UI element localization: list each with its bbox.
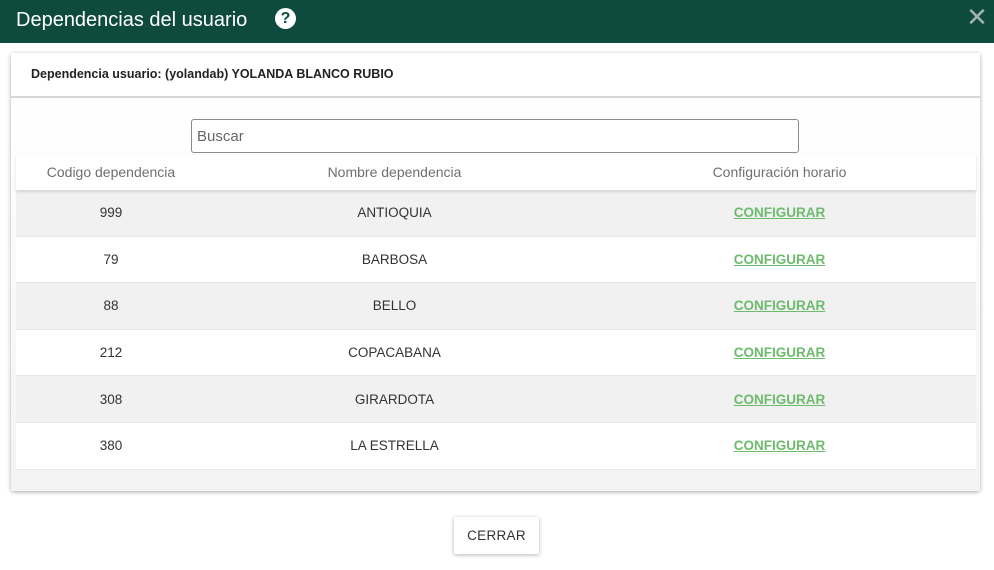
search-input[interactable] xyxy=(191,119,799,153)
cell-action: CONFIGURAR xyxy=(583,252,976,267)
dependencies-card: Dependencia usuario: (yolandab) YOLANDA … xyxy=(11,53,980,491)
configure-link[interactable]: CONFIGURAR xyxy=(734,438,826,453)
cell-name: ANTIOQUIA xyxy=(357,205,432,221)
cell-code: 212 xyxy=(99,345,123,361)
cell-action: CONFIGURAR xyxy=(583,205,976,220)
close-icon[interactable]: ✕ xyxy=(966,4,988,30)
dialog-title: Dependencias del usuario xyxy=(16,9,248,31)
cell-name: LA ESTRELLA xyxy=(350,438,439,454)
cell-code: 380 xyxy=(99,438,123,454)
card-header: Dependencia usuario: (yolandab) YOLANDA … xyxy=(11,53,980,98)
column-header-schedule: Configuración horario xyxy=(712,164,847,180)
configure-link[interactable]: CONFIGURAR xyxy=(734,298,826,313)
cell-name: BELLO xyxy=(372,298,417,314)
close-button[interactable]: CERRAR xyxy=(454,517,539,554)
configure-link[interactable]: CONFIGURAR xyxy=(734,392,826,407)
table-row: 212 COPACABANA CONFIGURAR xyxy=(16,329,976,377)
cell-action: CONFIGURAR xyxy=(583,438,976,453)
table-row: 88 BELLO CONFIGURAR xyxy=(16,283,976,330)
cell-code: 999 xyxy=(99,205,123,221)
cell-code: 308 xyxy=(99,391,123,407)
cell-action: CONFIGURAR xyxy=(583,392,976,407)
cell-name: GIRARDOTA xyxy=(354,391,435,407)
table-row: 380 LA ESTRELLA CONFIGURAR xyxy=(16,422,976,470)
user-dependency-label: Dependencia usuario: (yolandab) YOLANDA … xyxy=(31,67,394,81)
table-row: 79 BARBOSA CONFIGURAR xyxy=(16,236,976,284)
table-header: Codigo dependencia Nombre dependencia Co… xyxy=(16,155,976,190)
configure-link[interactable]: CONFIGURAR xyxy=(734,345,826,360)
column-header-name[interactable]: Nombre dependencia xyxy=(206,155,583,190)
cell-action: CONFIGURAR xyxy=(583,345,976,360)
configure-link[interactable]: CONFIGURAR xyxy=(734,252,826,267)
cell-code: 88 xyxy=(103,298,119,314)
cell-name: COPACABANA xyxy=(348,345,441,361)
configure-link[interactable]: CONFIGURAR xyxy=(734,205,826,220)
table-row: 308 GIRARDOTA CONFIGURAR xyxy=(16,376,976,423)
cell-name: BARBOSA xyxy=(361,251,428,267)
table-row: 999 ANTIOQUIA CONFIGURAR xyxy=(16,190,976,237)
card-body: Codigo dependencia Nombre dependencia Co… xyxy=(11,100,980,491)
cell-code: 79 xyxy=(103,251,119,267)
column-header-code[interactable]: Codigo dependencia xyxy=(16,155,206,190)
dependencies-table: Codigo dependencia Nombre dependencia Co… xyxy=(16,155,976,470)
help-icon[interactable]: ? xyxy=(275,8,296,29)
cell-action: CONFIGURAR xyxy=(583,298,976,313)
dialog-titlebar: Dependencias del usuario ? ✕ xyxy=(0,0,994,43)
